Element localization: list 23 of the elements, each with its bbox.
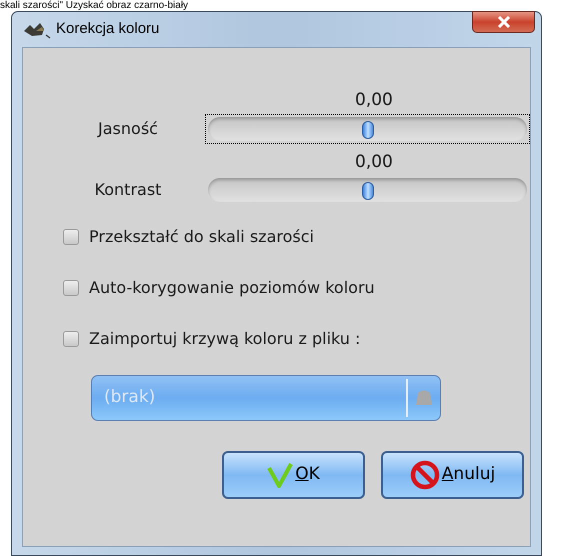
slider-thumb[interactable] bbox=[362, 182, 374, 200]
dropdown-value: (brak) bbox=[103, 386, 156, 410]
checkbox[interactable] bbox=[63, 229, 79, 245]
slider-thumb[interactable] bbox=[362, 120, 374, 138]
close-button[interactable] bbox=[472, 11, 535, 33]
background-text: skali szarości" Uzyskać obraz czarno-biały bbox=[0, 0, 188, 11]
app-icon bbox=[22, 20, 52, 38]
checkmark-icon bbox=[267, 462, 294, 488]
cancel-button[interactable]: Anuluj bbox=[381, 451, 524, 499]
slider-track[interactable] bbox=[208, 178, 527, 202]
slider-label: Kontrast bbox=[94, 179, 162, 201]
slider-value: 0,00 bbox=[354, 89, 394, 112]
checkbox[interactable] bbox=[63, 280, 79, 296]
ok-button[interactable]: OK bbox=[222, 451, 365, 499]
checkbox-label: Auto-korygowanie poziomów koloru bbox=[89, 277, 375, 299]
checkbox-label: Przekształć do skali szarości bbox=[89, 226, 314, 248]
slider-label: Jasność bbox=[96, 118, 159, 140]
close-icon bbox=[496, 16, 512, 28]
window-title: Korekcja koloru bbox=[56, 19, 160, 40]
no-entry-icon bbox=[410, 460, 440, 490]
checkbox-label: Zaimportuj krzywą koloru z pliku : bbox=[89, 328, 360, 350]
checkbox[interactable] bbox=[63, 331, 79, 347]
slider-value: 0,00 bbox=[354, 150, 394, 174]
